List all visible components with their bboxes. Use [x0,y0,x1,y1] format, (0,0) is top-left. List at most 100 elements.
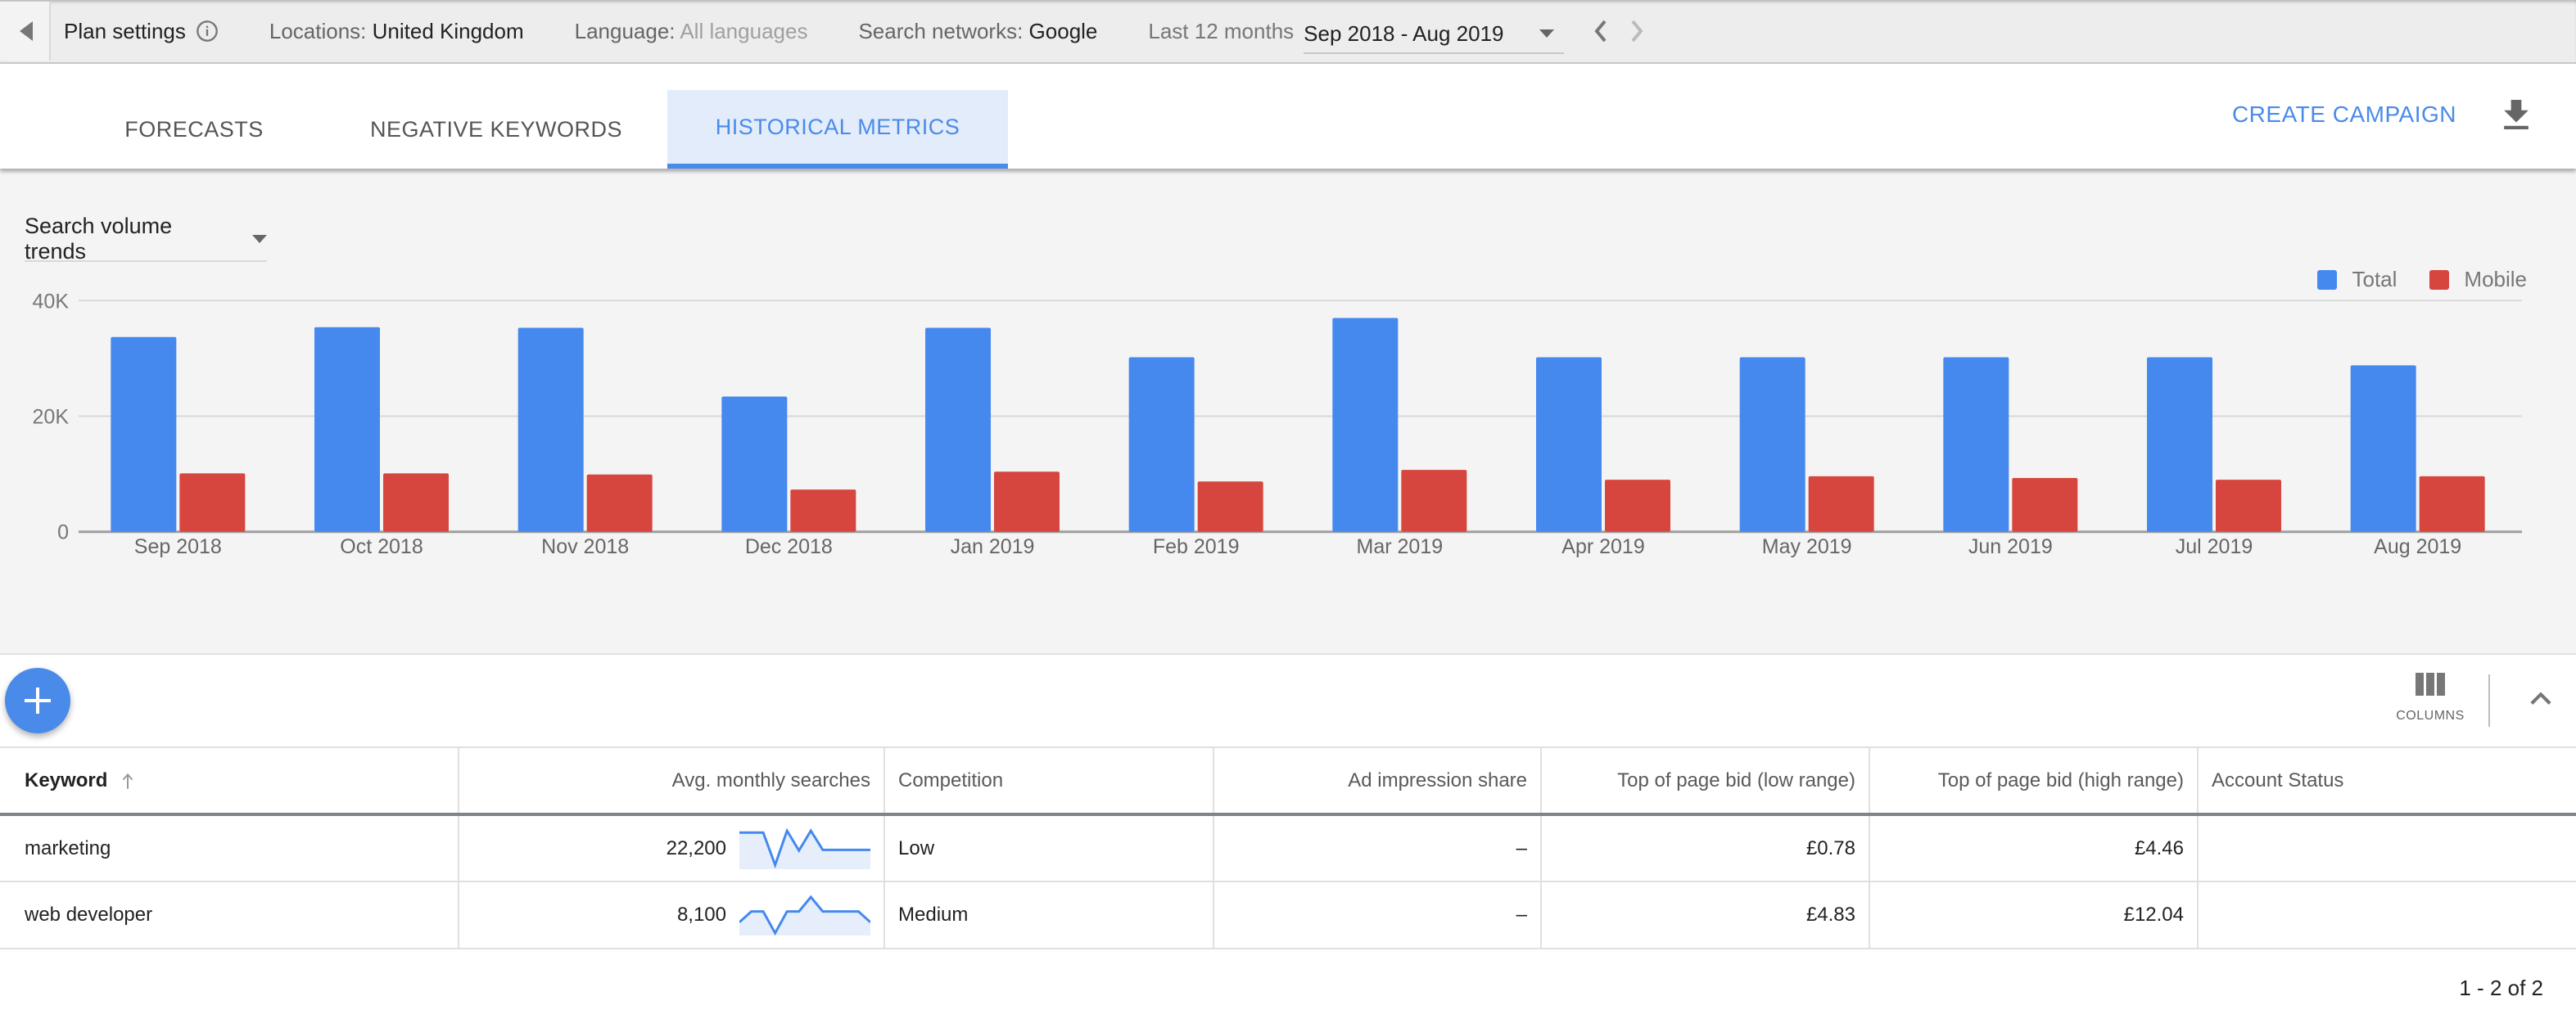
info-icon[interactable] [196,20,219,43]
header-bid-low[interactable]: Top of page bid (low range) [1541,746,1870,816]
legend-item-mobile[interactable]: Mobile [2429,267,2527,292]
header-competition[interactable]: Competition [884,746,1214,816]
x-tick-label: Jan 2019 [951,535,1035,558]
bar-total [925,327,991,532]
tab-historical-metrics[interactable]: HISTORICAL METRICS [667,90,1008,169]
networks-setting[interactable]: Search networks: Google [858,19,1097,44]
bar-mobile [790,489,856,532]
toolbar-divider [2488,674,2490,727]
tab-negative-keywords[interactable]: NEGATIVE KEYWORDS [352,90,640,169]
plan-settings-bar: Plan settings Locations: United Kingdom … [0,0,2576,64]
y-tick-label: 0 [57,521,69,544]
table-row: marketing 22,200 Low – £0.78 £4.46 [0,814,2576,882]
chart-legend: Total Mobile [2285,267,2527,292]
bar-mobile [1197,481,1263,532]
bar-total [721,396,788,532]
header-bid-high[interactable]: Top of page bid (high range) [1869,746,2199,816]
chevron-left-icon[interactable] [1592,20,1608,43]
cell-bid-high: £12.04 [1869,881,2199,949]
bar-mobile [1808,476,1874,532]
table-header-row: Keyword Avg. monthly searches Competitio… [0,746,2576,816]
legend-swatch-mobile [2429,269,2450,290]
cell-account-status [2198,881,2576,949]
download-icon[interactable] [2504,100,2529,129]
bar-mobile [1401,470,1467,532]
locations-setting[interactable]: Locations: United Kingdom [269,19,524,44]
plus-icon [25,688,51,714]
plan-settings[interactable]: Plan settings [64,19,219,44]
y-tick-label: 40K [33,290,70,313]
legend-swatch-total [2317,269,2338,290]
cell-competition: Low [884,814,1214,882]
cell-ad-impression-share: – [1213,814,1542,882]
chevron-up-icon[interactable] [2530,691,2551,706]
sort-ascending-icon[interactable] [122,773,133,789]
bar-mobile [383,473,449,532]
cell-bid-low: £4.83 [1541,881,1870,949]
tab-bar: FORECASTS NEGATIVE KEYWORDS HISTORICAL M… [0,65,2576,169]
table-row: web developer 8,100 Medium – £4.83 £12.0… [0,881,2576,949]
bar-total [2147,357,2212,532]
x-tick-label: Nov 2018 [541,535,629,558]
bar-mobile [994,471,1060,532]
x-tick-label: Apr 2019 [1561,535,1644,558]
bar-total [1739,357,1805,532]
search-volume-chart: 0 20K 40K Sep 2018 Oct 2018 Nov 2018 Dec 2018 J… [33,290,2522,558]
trend-sparkline [739,895,870,936]
legend-item-total[interactable]: Total [2317,267,2397,292]
bar-total [111,336,177,532]
date-range-label: Last 12 months [1148,18,1295,43]
bar-mobile [2419,476,2485,532]
chart-type-select[interactable]: Search volume trends [25,214,267,264]
header-avg-monthly-searches[interactable]: Avg. monthly searches [459,746,885,816]
bar-total [1536,357,1602,532]
dropdown-caret-icon [1539,29,1555,38]
cell-bid-high: £4.46 [1869,814,2199,882]
x-tick-label: May 2019 [1762,535,1852,558]
bar-mobile [1605,480,1670,532]
cell-keyword: marketing [0,814,459,882]
x-tick-label: Oct 2018 [340,535,423,558]
keyword-table: Keyword Avg. monthly searches Competitio… [0,746,2576,949]
x-tick-label: Mar 2019 [1357,535,1444,558]
bar-mobile [2012,478,2078,532]
tab-forecasts[interactable]: FORECASTS [106,90,282,169]
bar-total [517,327,584,532]
networks-value: Google [1028,18,1098,43]
header-account-status[interactable]: Account Status [2198,746,2576,816]
date-range-value: Sep 2018 - Aug 2019 [1304,20,1504,46]
bar-total [2350,365,2416,532]
cell-ad-impression-share: – [1213,881,1542,949]
bar-mobile [586,474,653,532]
add-keyword-button[interactable] [5,668,70,733]
cell-avg-monthly-searches: 8,100 [459,881,885,949]
bar-total [1128,357,1195,532]
cell-competition: Medium [884,881,1214,949]
header-ad-impression-share[interactable]: Ad impression share [1213,746,1542,816]
bar-mobile [179,473,246,532]
cell-bid-low: £0.78 [1541,814,1870,882]
language-setting[interactable]: Language: All languages [575,19,808,44]
x-tick-label: Jul 2019 [2176,535,2253,558]
back-button[interactable] [0,2,51,61]
trend-sparkline [739,827,870,869]
x-tick-label: Jun 2019 [1968,535,2053,558]
x-tick-label: Aug 2019 [2374,535,2461,558]
cell-avg-monthly-searches: 22,200 [459,814,885,882]
chevron-right-icon[interactable] [1629,20,1646,43]
x-tick-label: Dec 2018 [745,535,833,558]
language-value: All languages [680,18,808,43]
x-tick-label: Feb 2019 [1153,535,1240,558]
date-range-select[interactable]: Sep 2018 - Aug 2019 [1304,15,1565,54]
pagination-info: 1 - 2 of 2 [2459,976,2543,1000]
columns-button[interactable]: COLUMNS [2388,673,2473,724]
header-keyword[interactable]: Keyword [0,746,459,816]
bar-total [1332,318,1399,532]
cell-account-status [2198,814,2576,882]
cell-keyword: web developer [0,881,459,949]
caret-left-icon [20,21,33,41]
x-tick-label: Sep 2018 [134,535,222,558]
locations-value: United Kingdom [372,18,524,43]
create-campaign-button[interactable]: CREATE CAMPAIGN [2232,101,2456,128]
table-toolbar: COLUMNS [0,653,2576,746]
